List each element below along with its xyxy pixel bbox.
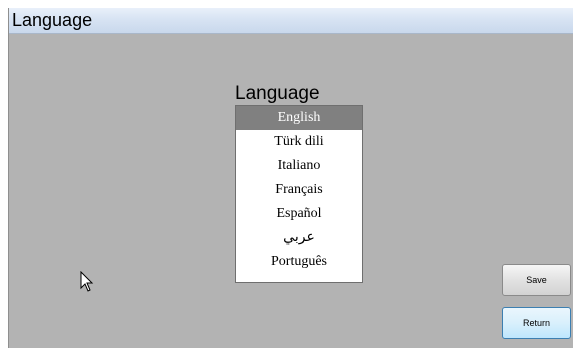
title-bar: Language (9, 8, 573, 34)
app-window: Language Language English Türk dili Ital… (8, 8, 573, 348)
language-option-french[interactable]: Français (236, 178, 362, 202)
language-option-english[interactable]: English (236, 106, 362, 130)
return-button[interactable]: Return (502, 307, 571, 339)
language-option-arabic[interactable]: عربي (236, 226, 362, 250)
language-option-portuguese[interactable]: Português (236, 250, 362, 274)
save-button[interactable]: Save (502, 264, 571, 296)
mouse-pointer-icon (80, 271, 94, 292)
language-option-italian[interactable]: Italiano (236, 154, 362, 178)
language-list[interactable]: English Türk dili Italiano Français Espa… (235, 105, 363, 283)
window-title: Language (12, 10, 93, 30)
language-option-spanish[interactable]: Español (236, 202, 362, 226)
language-heading: Language (235, 83, 320, 104)
language-option-turkish[interactable]: Türk dili (236, 130, 362, 154)
